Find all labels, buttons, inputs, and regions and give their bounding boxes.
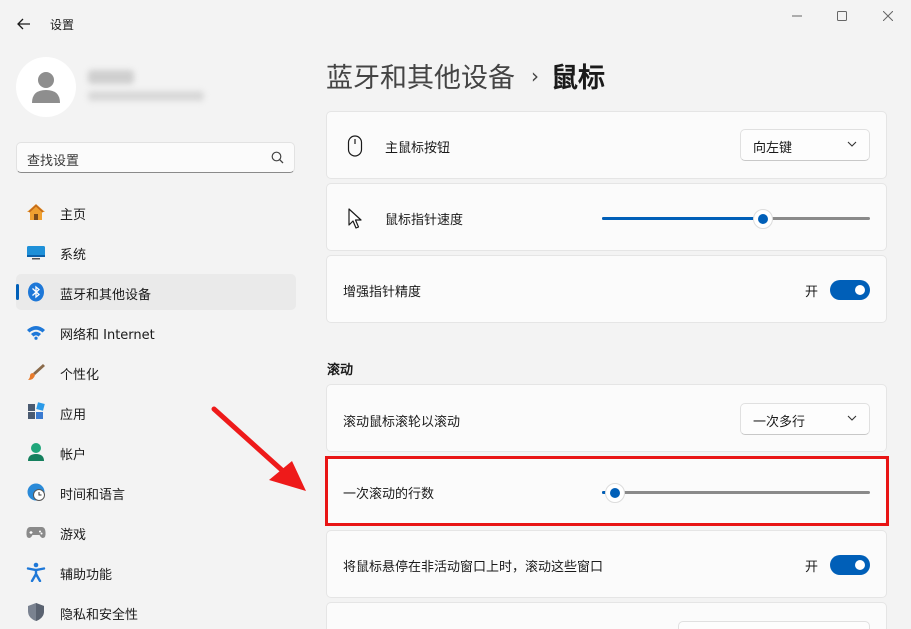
cursor-icon bbox=[345, 206, 365, 230]
setting-pointer-precision: 增强指针精度 开 bbox=[326, 255, 887, 323]
sidebar-item-label: 帐户 bbox=[60, 448, 87, 463]
clock-globe-icon bbox=[26, 482, 46, 502]
breadcrumb-separator: › bbox=[531, 63, 539, 88]
account-icon bbox=[26, 442, 46, 462]
setting-scroll-mode: 滚动鼠标滚轮以滚动 一次多行 bbox=[326, 384, 887, 452]
shield-icon bbox=[26, 602, 46, 622]
partial-dropdown[interactable] bbox=[678, 621, 870, 629]
dropdown-value: 向左键 bbox=[753, 141, 793, 156]
bluetooth-icon bbox=[26, 282, 46, 302]
user-email-redacted bbox=[88, 91, 204, 101]
setting-label: 鼠标指针速度 bbox=[385, 213, 464, 228]
setting-next-partial bbox=[326, 602, 887, 629]
sidebar-item-bluetooth[interactable]: 蓝牙和其他设备 bbox=[16, 274, 296, 310]
sidebar-item-gaming[interactable]: 游戏 bbox=[16, 514, 296, 550]
minimize-button[interactable] bbox=[774, 6, 820, 26]
precision-toggle[interactable] bbox=[830, 280, 870, 300]
sidebar-item-label: 网络和 Internet bbox=[60, 328, 155, 343]
gamepad-icon bbox=[26, 522, 46, 542]
title-bar: 设置 bbox=[0, 0, 911, 48]
page-title: 鼠标 bbox=[551, 63, 605, 94]
setting-label: 增强指针精度 bbox=[343, 285, 422, 300]
apps-icon bbox=[26, 402, 46, 422]
maximize-icon bbox=[837, 11, 847, 21]
avatar bbox=[16, 57, 76, 117]
chevron-down-icon bbox=[847, 415, 857, 421]
close-button[interactable] bbox=[865, 6, 911, 26]
sidebar-item-system[interactable]: 系统 bbox=[16, 234, 296, 270]
sidebar-item-label: 游戏 bbox=[60, 528, 87, 543]
close-icon bbox=[883, 11, 893, 21]
scroll-mode-dropdown[interactable]: 一次多行 bbox=[740, 403, 870, 435]
setting-primary-button: 主鼠标按钮 向左键 bbox=[326, 111, 887, 179]
mouse-icon bbox=[345, 134, 365, 158]
setting-pointer-speed: 鼠标指针速度 bbox=[326, 183, 887, 251]
sidebar-item-label: 时间和语言 bbox=[60, 488, 126, 503]
sidebar-item-personalization[interactable]: 个性化 bbox=[16, 354, 296, 390]
setting-label: 滚动鼠标滚轮以滚动 bbox=[343, 415, 461, 430]
sidebar-item-privacy[interactable]: 隐私和安全性 bbox=[16, 594, 296, 629]
setting-inactive-scroll: 将鼠标悬停在非活动窗口上时，滚动这些窗口 开 bbox=[326, 530, 887, 598]
setting-label: 主鼠标按钮 bbox=[385, 141, 451, 156]
chevron-down-icon bbox=[847, 141, 857, 147]
pointer-speed-slider[interactable] bbox=[602, 209, 870, 229]
toggle-state: 开 bbox=[804, 560, 818, 575]
sidebar-item-label: 辅助功能 bbox=[60, 568, 113, 583]
back-arrow-icon bbox=[17, 18, 30, 30]
setting-label: 将鼠标悬停在非活动窗口上时，滚动这些窗口 bbox=[343, 560, 604, 575]
selection-indicator bbox=[16, 284, 19, 300]
brush-icon bbox=[26, 362, 46, 382]
search-input[interactable]: 查找设置 bbox=[27, 150, 79, 169]
sidebar-item-accessibility[interactable]: 辅助功能 bbox=[16, 554, 296, 590]
minimize-icon bbox=[792, 15, 802, 17]
back-button[interactable] bbox=[10, 12, 38, 36]
user-name-redacted bbox=[88, 70, 134, 84]
toggle-state: 开 bbox=[804, 285, 818, 300]
sidebar-item-home[interactable]: 主页 bbox=[16, 194, 296, 230]
search-box[interactable]: 查找设置 bbox=[16, 142, 295, 173]
slider-fill bbox=[602, 217, 763, 220]
slider-thumb[interactable] bbox=[753, 209, 773, 229]
sidebar-item-label: 应用 bbox=[60, 408, 87, 423]
home-icon bbox=[26, 202, 46, 222]
app-title: 设置 bbox=[50, 18, 75, 32]
sidebar-item-label: 个性化 bbox=[60, 368, 100, 383]
primary-button-dropdown[interactable]: 向左键 bbox=[740, 129, 870, 161]
section-title-scroll: 滚动 bbox=[327, 363, 354, 378]
sidebar-item-label: 蓝牙和其他设备 bbox=[60, 288, 152, 303]
highlight-box bbox=[325, 456, 889, 526]
search-icon bbox=[271, 151, 284, 164]
sidebar-item-label: 隐私和安全性 bbox=[60, 608, 139, 623]
sidebar-item-label: 系统 bbox=[60, 248, 87, 263]
accessibility-icon bbox=[26, 562, 46, 582]
sidebar-item-network[interactable]: 网络和 Internet bbox=[16, 314, 296, 350]
monitor-icon bbox=[26, 242, 46, 262]
breadcrumb-parent[interactable]: 蓝牙和其他设备 bbox=[326, 56, 515, 95]
sidebar-item-label: 主页 bbox=[60, 208, 87, 223]
wifi-icon bbox=[26, 322, 46, 342]
annotation-arrow-icon bbox=[211, 406, 306, 491]
breadcrumb: 蓝牙和其他设备 › 鼠标 bbox=[326, 56, 605, 95]
dropdown-value: 一次多行 bbox=[753, 415, 806, 430]
maximize-button[interactable] bbox=[819, 6, 865, 26]
inactive-scroll-toggle[interactable] bbox=[830, 555, 870, 575]
person-icon bbox=[32, 72, 60, 103]
